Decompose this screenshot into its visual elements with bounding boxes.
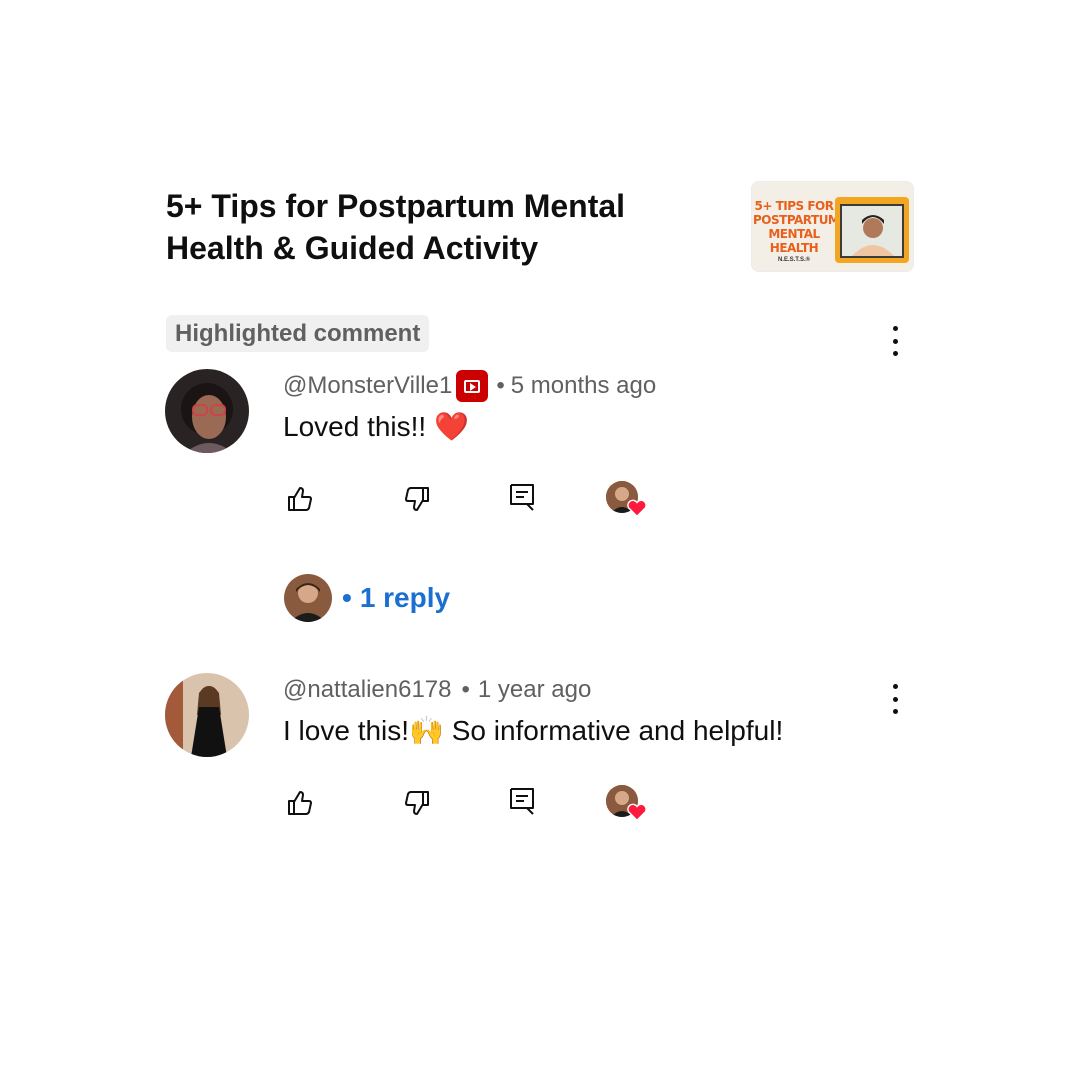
separator: • (461, 676, 470, 703)
thumbs-down-icon[interactable] (402, 484, 432, 514)
thumbnail-webcam (840, 204, 904, 258)
comment-time: 5 months ago (510, 372, 657, 399)
more-vertical-icon[interactable] (885, 326, 905, 356)
avatar[interactable] (165, 369, 249, 453)
comment-author[interactable]: @MonsterVille1 (283, 372, 452, 400)
member-badge-icon (456, 370, 489, 402)
view-replies-button[interactable]: • 1 reply (284, 574, 450, 622)
video-title[interactable]: 5+ Tips for Postpartum Mental Health & G… (166, 185, 706, 269)
avatar[interactable] (165, 673, 249, 757)
thumbs-down-icon[interactable] (402, 788, 432, 818)
thumbnail-frame (835, 197, 909, 263)
comment-time: 1 year ago (477, 676, 592, 703)
replies-count[interactable]: 1 reply (360, 582, 450, 614)
video-thumbnail[interactable]: 5+ TIPS FOR POSTPARTUM MENTAL HEALTH N.E… (751, 181, 914, 272)
thumbs-up-icon[interactable] (285, 788, 315, 818)
more-vertical-icon[interactable] (885, 684, 905, 714)
comment-author[interactable]: @nattalien6178 (283, 676, 452, 704)
separator: • (496, 372, 505, 399)
comment-meta: @nattalien6178 • 1 year ago (283, 672, 591, 708)
thumbnail-title-text: 5+ TIPS FOR POSTPARTUM MENTAL HEALTH (753, 199, 840, 255)
comment-meta: @MonsterVille1 • 5 months ago (283, 368, 664, 404)
highlighted-comment-label: Highlighted comment (166, 315, 430, 352)
creator-heart-icon (627, 803, 647, 822)
reply-comment-icon[interactable] (507, 786, 537, 816)
creator-heart-icon (627, 499, 647, 518)
replies-separator: • (342, 582, 352, 613)
comment-text: I love this!🙌 So informative and helpful… (283, 715, 784, 746)
thumbs-up-icon[interactable] (285, 484, 315, 514)
reply-author-avatar (284, 574, 332, 622)
comment-text: Loved this!! ❤️ (283, 411, 469, 442)
reply-comment-icon[interactable] (507, 482, 537, 512)
thumbnail-subtitle: N.E.S.T.S.® (777, 257, 811, 263)
